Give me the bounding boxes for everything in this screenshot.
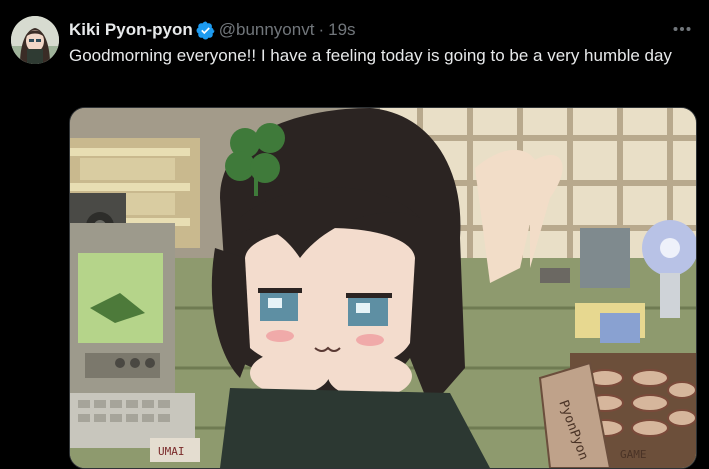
post-header: Kiki Pyon-pyon @bunnyonvt · 19s: [69, 19, 693, 41]
separator-dot: ·: [318, 20, 325, 39]
more-options-button[interactable]: [671, 21, 693, 37]
post-media-image[interactable]: UMAI PyonPyon GAME: [69, 107, 697, 469]
verified-badge-icon[interactable]: [196, 21, 215, 40]
display-name[interactable]: Kiki Pyon-pyon: [69, 19, 193, 41]
umai-sign: UMAI: [158, 445, 185, 458]
avatar-image: [11, 16, 59, 64]
avatar[interactable]: [11, 16, 59, 64]
post-text: Goodmorning everyone!! I have a feeling …: [69, 46, 672, 65]
pixel-art-image: UMAI PyonPyon GAME: [70, 108, 696, 468]
game-label: GAME: [620, 448, 647, 461]
more-horizontal-icon: [673, 27, 691, 31]
timestamp[interactable]: 19s: [328, 19, 355, 41]
handle[interactable]: @bunnyonvt: [219, 19, 315, 41]
